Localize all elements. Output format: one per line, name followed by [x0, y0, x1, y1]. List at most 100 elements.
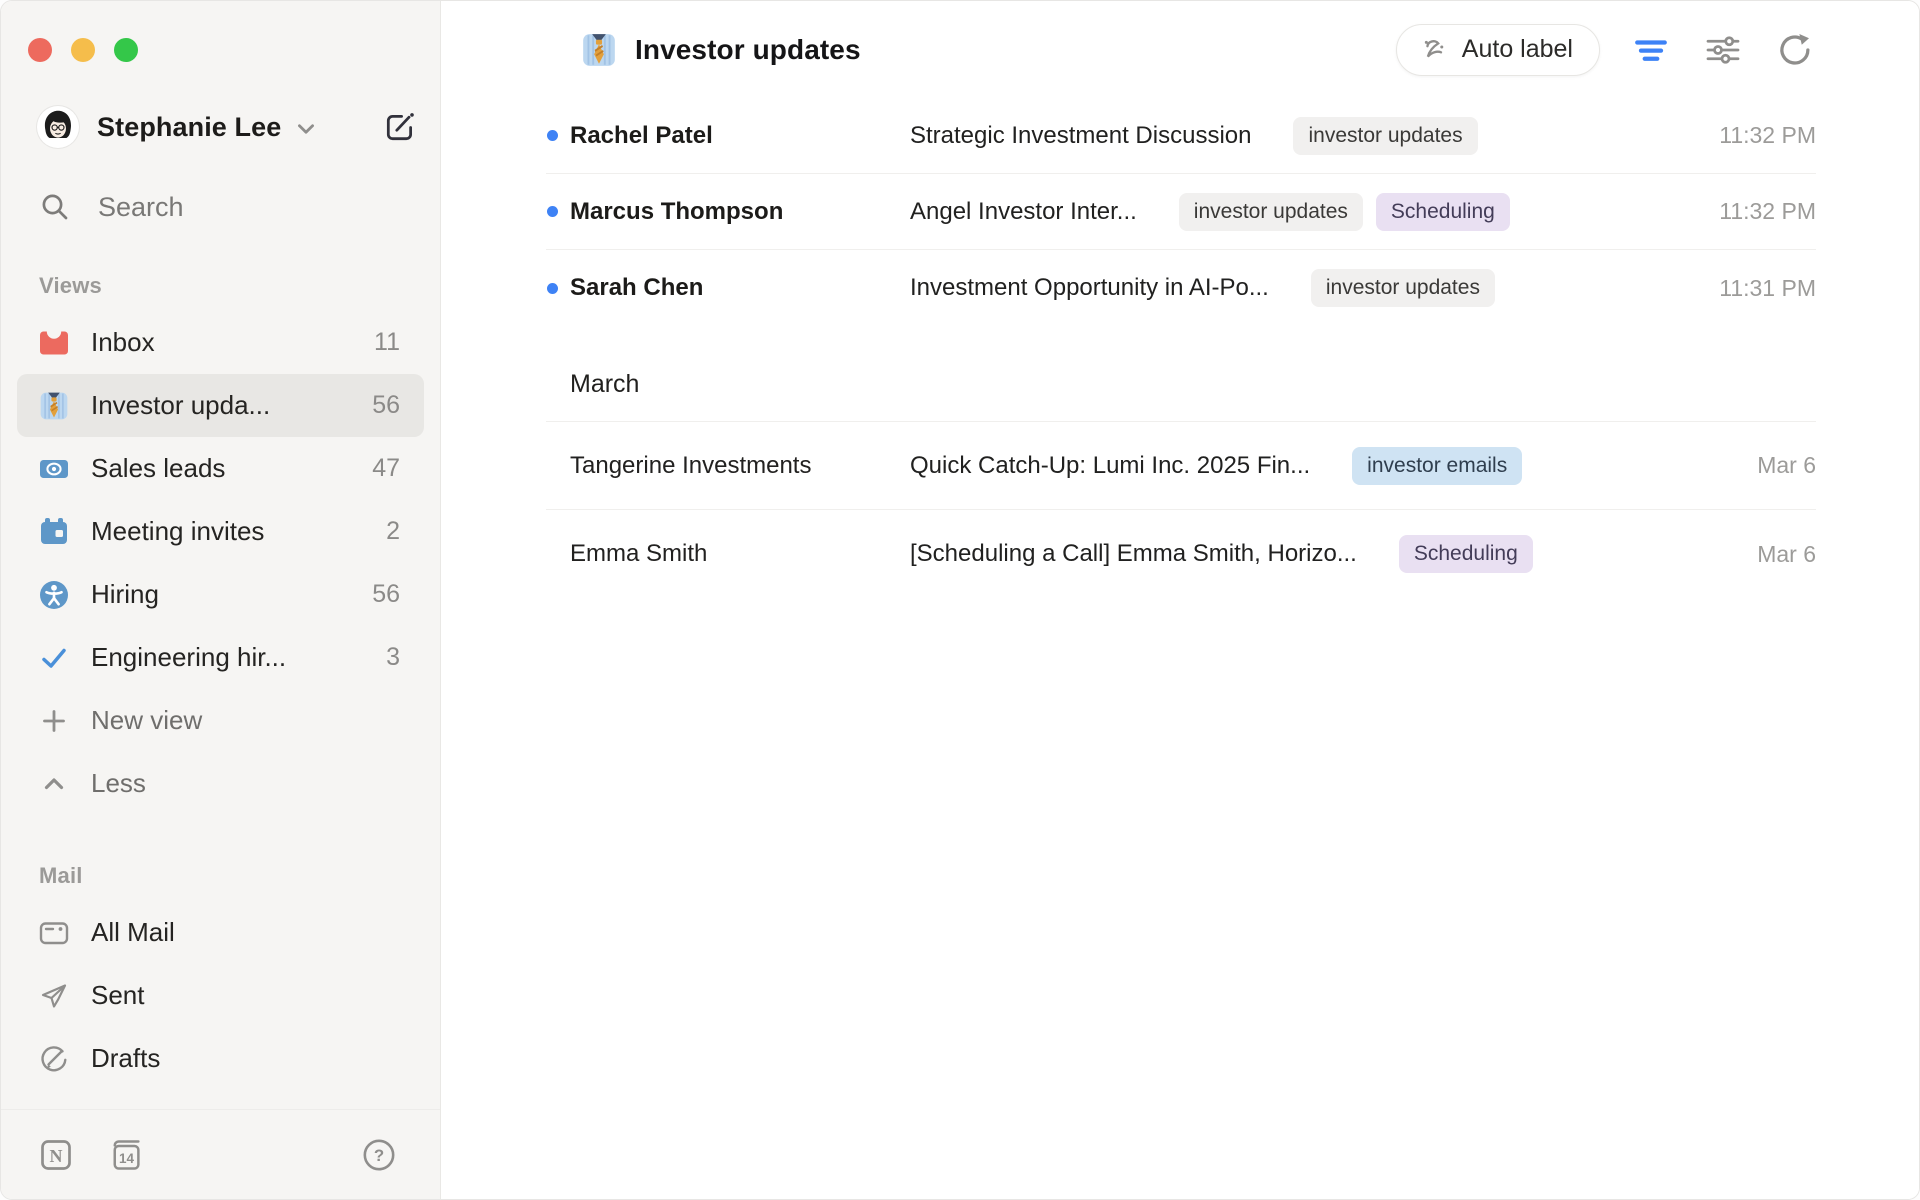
sidebar: Stephanie Lee Search Views Inbox 11 Invest… [1, 1, 441, 1199]
sliders-icon[interactable] [1702, 29, 1744, 71]
sidebar-item-label: Inbox [91, 327, 362, 358]
sidebar-item-count: 56 [372, 580, 400, 609]
calendar-blue-icon [38, 516, 70, 548]
accessibility-icon [38, 579, 70, 611]
sidebar-item-investor-upda[interactable]: Investor upda... 56 [17, 374, 424, 437]
sidebar-item-sales-leads[interactable]: Sales leads 47 [17, 437, 424, 500]
sidebar-item-label: Investor upda... [91, 390, 360, 421]
email-subject: Strategic Investment Discussion [910, 122, 1251, 150]
sidebar-item-less[interactable]: Less [17, 752, 424, 815]
notion-calendar-app-icon[interactable]: 14 [107, 1136, 145, 1174]
email-sender: Emma Smith [570, 540, 910, 568]
close-window-button[interactable] [28, 38, 52, 62]
label-chip[interactable]: investor updates [1311, 269, 1495, 307]
email-tags: Scheduling [1399, 535, 1533, 573]
email-subject: Quick Catch-Up: Lumi Inc. 2025 Fin... [910, 452, 1310, 480]
app-window: Stephanie Lee Search Views Inbox 11 Invest… [0, 0, 1920, 1200]
mail-section-label: Mail [39, 863, 440, 889]
sidebar-item-count: 11 [374, 328, 400, 357]
svg-text:N: N [50, 1145, 63, 1165]
email-time: Mar 6 [1733, 541, 1816, 568]
label-chip[interactable]: Scheduling [1399, 535, 1533, 573]
email-row-rachel-patel[interactable]: Rachel PatelStrategic Investment Discuss… [546, 98, 1816, 174]
email-sender: Rachel Patel [570, 122, 910, 150]
views-section-label: Views [39, 273, 440, 299]
view-header: Investor updates Auto label [441, 1, 1919, 98]
sidebar-item-label: Sales leads [91, 453, 360, 484]
help-icon[interactable]: ? [360, 1136, 398, 1174]
views-list: Inbox 11 Investor upda... 56 Sales leads 47 Me… [1, 311, 440, 815]
notion-app-icon[interactable]: N [37, 1136, 75, 1174]
envelope-icon [38, 917, 70, 949]
paper-plane-icon [38, 980, 70, 1012]
email-sender: Marcus Thompson [570, 198, 910, 226]
email-time: 11:32 PM [1695, 122, 1816, 149]
sidebar-item-count: 47 [372, 454, 400, 483]
email-row-marcus-thompson[interactable]: Marcus ThompsonAngel Investor Inter...in… [546, 174, 1816, 250]
necktie-icon [38, 390, 70, 422]
sidebar-item-drafts[interactable]: Drafts [17, 1027, 424, 1090]
inbox-tray-icon [38, 327, 70, 359]
window-controls [1, 1, 440, 62]
zoom-window-button[interactable] [114, 38, 138, 62]
sidebar-item-all-mail[interactable]: All Mail [17, 901, 424, 964]
compose-button[interactable] [380, 107, 420, 147]
sidebar-item-inbox[interactable]: Inbox 11 [17, 311, 424, 374]
label-chip[interactable]: investor updates [1179, 193, 1363, 231]
sidebar-item-count: 56 [372, 391, 400, 420]
account-switcher[interactable]: Stephanie Lee [37, 105, 420, 149]
minimize-window-button[interactable] [71, 38, 95, 62]
search-label: Search [98, 192, 184, 223]
email-time: 11:31 PM [1695, 275, 1816, 302]
email-list: Rachel PatelStrategic Investment Discuss… [441, 98, 1919, 598]
auto-label-button[interactable]: Auto label [1396, 24, 1600, 76]
sidebar-footer: N 14 ? [1, 1109, 440, 1199]
email-tags: investor updates Scheduling [1179, 193, 1510, 231]
email-row-tangerine-investments[interactable]: Tangerine InvestmentsQuick Catch-Up: Lum… [546, 422, 1816, 510]
label-chip[interactable]: investor emails [1352, 447, 1522, 485]
sidebar-item-hiring[interactable]: Hiring 56 [17, 563, 424, 626]
sidebar-item-label: All Mail [91, 917, 400, 948]
filter-icon[interactable] [1630, 29, 1672, 71]
sidebar-item-engineering-hir[interactable]: Engineering hir...3 [17, 626, 424, 689]
search-button[interactable]: Search [39, 189, 420, 225]
sidebar-item-label: Less [91, 768, 388, 799]
page-title: Investor updates [635, 34, 861, 66]
email-time: 11:32 PM [1695, 198, 1816, 225]
email-sender: Tangerine Investments [570, 452, 910, 480]
refresh-icon[interactable] [1774, 29, 1816, 71]
unread-dot [547, 130, 558, 141]
email-subject: Investment Opportunity in AI-Po... [910, 274, 1269, 302]
pencil-circle-icon [38, 1043, 70, 1075]
check-icon [38, 642, 70, 674]
label-chip[interactable]: investor updates [1293, 117, 1477, 155]
necktie-icon [580, 31, 618, 69]
auto-label-text: Auto label [1462, 35, 1573, 64]
search-icon [39, 191, 71, 223]
user-name: Stephanie Lee [97, 112, 281, 143]
sidebar-item-label: Hiring [91, 579, 360, 610]
unread-dot [547, 206, 558, 217]
main-content: Investor updates Auto label Rachel Patel… [441, 1, 1919, 1199]
sidebar-item-label: Drafts [91, 1043, 400, 1074]
banknote-icon [38, 453, 70, 485]
month-section-label: March [546, 370, 1816, 422]
auto-label-icon [1419, 35, 1449, 65]
chevron-down-icon [291, 114, 321, 144]
sidebar-item-count: 3 [386, 643, 400, 672]
sidebar-item-meeting-invites[interactable]: Meeting invites 2 [17, 500, 424, 563]
sidebar-item-label: Meeting invites [91, 516, 374, 547]
mail-list: All Mail Sent Drafts [1, 901, 440, 1090]
sidebar-item-label: New view [91, 705, 388, 736]
sidebar-item-sent[interactable]: Sent [17, 964, 424, 1027]
sidebar-item-count: 2 [386, 517, 400, 546]
email-row-emma-smith[interactable]: Emma Smith[Scheduling a Call] Emma Smith… [546, 510, 1816, 598]
email-rows-today: Rachel PatelStrategic Investment Discuss… [546, 98, 1816, 326]
label-chip[interactable]: Scheduling [1376, 193, 1510, 231]
email-row-sarah-chen[interactable]: Sarah ChenInvestment Opportunity in AI-P… [546, 250, 1816, 326]
sidebar-item-new-view[interactable]: New view [17, 689, 424, 752]
email-time: Mar 6 [1733, 452, 1816, 479]
unread-dot [547, 283, 558, 294]
chevron-up-icon [38, 768, 70, 800]
email-rows-march: Tangerine InvestmentsQuick Catch-Up: Lum… [546, 422, 1816, 598]
